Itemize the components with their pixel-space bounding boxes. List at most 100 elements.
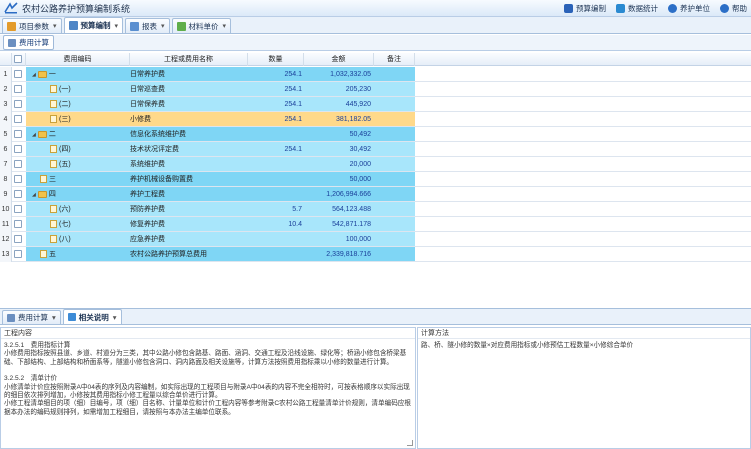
tab-budget-edit[interactable]: 预算编制 ▾ bbox=[63, 17, 124, 33]
table-row[interactable]: 8 三 养护机械设备购置费 50,000 bbox=[0, 172, 751, 187]
row-select-cell[interactable] bbox=[12, 157, 26, 172]
tab-fee-calc[interactable]: 费用计算 ▾ bbox=[2, 310, 61, 324]
code-cell[interactable]: (三) bbox=[26, 112, 130, 127]
amount-cell[interactable]: 100,000 bbox=[304, 232, 374, 247]
header-amount[interactable]: 金额 bbox=[304, 53, 374, 66]
amount-cell[interactable]: 20,000 bbox=[304, 157, 374, 172]
table-row[interactable]: 12 (八) 应急养护费 100,000 bbox=[0, 232, 751, 247]
row-select-cell[interactable] bbox=[12, 217, 26, 232]
row-checkbox[interactable] bbox=[14, 145, 22, 153]
header-note[interactable]: 备注 bbox=[374, 53, 415, 66]
code-cell[interactable]: (七) bbox=[26, 217, 130, 232]
name-cell[interactable]: 农村公路养护预算总费用 bbox=[130, 247, 248, 262]
qty-cell[interactable]: 5.7 bbox=[248, 202, 304, 217]
calc-method-pane[interactable]: 计算方法 路、桥、隧小修的数量×对应费用指标或小修预估工程数量×小修综合单价 bbox=[417, 327, 751, 449]
amount-cell[interactable]: 205,230 bbox=[304, 82, 374, 97]
tab-menu-icon[interactable]: ▾ bbox=[52, 313, 56, 322]
tab-project-params[interactable]: 项目参数 ▾ bbox=[2, 18, 62, 33]
name-cell[interactable]: 系统维护费 bbox=[130, 157, 248, 172]
row-checkbox[interactable] bbox=[14, 250, 22, 258]
row-select-cell[interactable] bbox=[12, 172, 26, 187]
name-cell[interactable]: 养护工程费 bbox=[130, 187, 248, 202]
tab-menu-icon[interactable]: ▾ bbox=[161, 22, 165, 30]
qty-cell[interactable] bbox=[248, 187, 304, 202]
qty-cell[interactable]: 254.1 bbox=[248, 112, 304, 127]
row-select-cell[interactable] bbox=[12, 127, 26, 142]
amount-cell[interactable]: 1,206,994.666 bbox=[304, 187, 374, 202]
row-select-cell[interactable] bbox=[12, 142, 26, 157]
amount-cell[interactable]: 445,920 bbox=[304, 97, 374, 112]
work-content-pane[interactable]: 工程内容 3.2.5.1 费用指标计算 小修费用指标按照县道、乡道、村道分为三类… bbox=[0, 327, 416, 449]
row-select-cell[interactable] bbox=[12, 67, 26, 82]
header-code[interactable]: 费用编码 bbox=[26, 53, 130, 66]
data-stats-button[interactable]: 数据统计 bbox=[616, 3, 658, 14]
note-cell[interactable] bbox=[374, 247, 414, 262]
expand-toggle-icon[interactable]: ◢ bbox=[32, 188, 36, 202]
qty-cell[interactable] bbox=[248, 247, 304, 262]
note-cell[interactable] bbox=[374, 187, 414, 202]
code-cell[interactable]: (四) bbox=[26, 142, 130, 157]
expand-toggle-icon[interactable]: ◢ bbox=[32, 128, 36, 142]
name-cell[interactable]: 信息化系统维护费 bbox=[130, 127, 248, 142]
table-row[interactable]: 3 (二) 日常保养费 254.1 445,920 bbox=[0, 97, 751, 112]
qty-cell[interactable] bbox=[248, 157, 304, 172]
note-cell[interactable] bbox=[374, 172, 414, 187]
name-cell[interactable]: 日常保养费 bbox=[130, 97, 248, 112]
note-cell[interactable] bbox=[374, 67, 414, 82]
amount-cell[interactable]: 381,182.05 bbox=[304, 112, 374, 127]
code-cell[interactable]: ◢ 一 bbox=[26, 67, 130, 82]
table-row[interactable]: 9 ◢ 四养护工程费 1,206,994.666 bbox=[0, 187, 751, 202]
qty-cell[interactable]: 254.1 bbox=[248, 82, 304, 97]
qty-cell[interactable]: 254.1 bbox=[248, 142, 304, 157]
note-cell[interactable] bbox=[374, 97, 414, 112]
row-select-cell[interactable] bbox=[12, 247, 26, 262]
code-cell[interactable]: (二) bbox=[26, 97, 130, 112]
table-row[interactable]: 4 (三) 小修费 254.1 381,182.05 bbox=[0, 112, 751, 127]
select-all-checkbox[interactable] bbox=[14, 55, 22, 63]
maintenance-unit-button[interactable]: 养护单位 bbox=[668, 3, 710, 14]
row-checkbox[interactable] bbox=[14, 70, 22, 78]
amount-cell[interactable]: 30,492 bbox=[304, 142, 374, 157]
note-cell[interactable] bbox=[374, 112, 414, 127]
row-select-cell[interactable] bbox=[12, 112, 26, 127]
header-name[interactable]: 工程或费用名称 bbox=[130, 53, 248, 66]
tab-material-price[interactable]: 材料单价 ▾ bbox=[171, 18, 232, 33]
row-checkbox[interactable] bbox=[14, 220, 22, 228]
fee-calc-button[interactable]: 费用计算 bbox=[3, 35, 54, 50]
note-cell[interactable] bbox=[374, 142, 414, 157]
code-cell[interactable]: (六) bbox=[26, 202, 130, 217]
row-select-cell[interactable] bbox=[12, 232, 26, 247]
table-row[interactable]: 6 (四) 技术状况评定费 254.1 30,492 bbox=[0, 142, 751, 157]
row-select-cell[interactable] bbox=[12, 187, 26, 202]
tab-notes[interactable]: 相关说明 ▾ bbox=[62, 309, 122, 324]
row-select-cell[interactable] bbox=[12, 82, 26, 97]
row-checkbox[interactable] bbox=[14, 205, 22, 213]
tab-reports[interactable]: 报表 ▾ bbox=[125, 18, 170, 33]
note-cell[interactable] bbox=[374, 127, 414, 142]
row-select-cell[interactable] bbox=[12, 97, 26, 112]
note-cell[interactable] bbox=[374, 82, 414, 97]
resize-handle-icon[interactable] bbox=[407, 440, 413, 446]
row-checkbox[interactable] bbox=[14, 190, 22, 198]
name-cell[interactable]: 小修费 bbox=[130, 112, 248, 127]
row-checkbox[interactable] bbox=[14, 115, 22, 123]
code-cell[interactable]: ◢ 二 bbox=[26, 127, 130, 142]
table-row[interactable]: 2 (一) 日常巡查费 254.1 205,230 bbox=[0, 82, 751, 97]
name-cell[interactable]: 应急养护费 bbox=[130, 232, 248, 247]
table-row[interactable]: 7 (五) 系统维护费 20,000 bbox=[0, 157, 751, 172]
qty-cell[interactable] bbox=[248, 127, 304, 142]
row-checkbox[interactable] bbox=[14, 130, 22, 138]
code-cell[interactable]: (八) bbox=[26, 232, 130, 247]
name-cell[interactable]: 预防养护费 bbox=[130, 202, 248, 217]
code-cell[interactable]: 三 bbox=[26, 172, 130, 187]
code-cell[interactable]: (一) bbox=[26, 82, 130, 97]
row-checkbox[interactable] bbox=[14, 235, 22, 243]
row-checkbox[interactable] bbox=[14, 175, 22, 183]
note-cell[interactable] bbox=[374, 202, 414, 217]
name-cell[interactable]: 技术状况评定费 bbox=[130, 142, 248, 157]
budget-edit-button[interactable]: 预算编制 bbox=[564, 3, 606, 14]
help-button[interactable]: 帮助 bbox=[720, 3, 747, 14]
row-checkbox[interactable] bbox=[14, 160, 22, 168]
amount-cell[interactable]: 50,492 bbox=[304, 127, 374, 142]
name-cell[interactable]: 日常巡查费 bbox=[130, 82, 248, 97]
